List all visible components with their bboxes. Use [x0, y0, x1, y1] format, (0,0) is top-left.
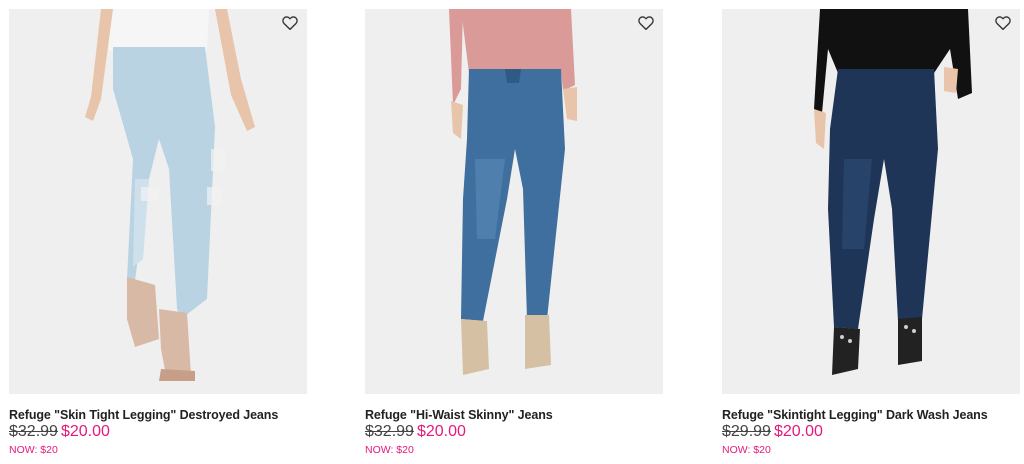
product-name[interactable]: Refuge "Hi-Waist Skinny" Jeans: [365, 408, 663, 422]
product-card[interactable]: Refuge "Skin Tight Legging" Destroyed Je…: [9, 9, 307, 456]
product-image[interactable]: [722, 9, 1020, 394]
product-name[interactable]: Refuge "Skintight Legging" Dark Wash Jea…: [722, 408, 1020, 422]
product-image[interactable]: [365, 9, 663, 394]
sale-price: $20.00: [773, 423, 823, 440]
original-price: $32.99: [9, 423, 58, 440]
product-name[interactable]: Refuge "Skin Tight Legging" Destroyed Je…: [9, 408, 307, 422]
price-row: $32.99 $20.00: [365, 423, 663, 441]
product-image[interactable]: [9, 9, 307, 394]
product-grid: Refuge "Skin Tight Legging" Destroyed Je…: [0, 0, 1024, 464]
wishlist-heart-icon[interactable]: [994, 14, 1012, 32]
product-card[interactable]: Refuge "Skintight Legging" Dark Wash Jea…: [722, 9, 1020, 456]
now-price: NOW: $20: [722, 444, 771, 456]
original-price: $29.99: [722, 423, 771, 440]
product-card[interactable]: Refuge "Hi-Waist Skinny" Jeans $32.99 $20…: [365, 9, 663, 456]
now-price: NOW: $20: [365, 444, 414, 456]
original-price: $32.99: [365, 423, 414, 440]
wishlist-heart-icon[interactable]: [637, 14, 655, 32]
sale-price: $20.00: [60, 423, 110, 440]
now-price: NOW: $20: [9, 444, 58, 456]
price-row: $29.99 $20.00: [722, 423, 1020, 441]
wishlist-heart-icon[interactable]: [281, 14, 299, 32]
price-row: $32.99 $20.00: [9, 423, 307, 441]
sale-price: $20.00: [416, 423, 466, 440]
